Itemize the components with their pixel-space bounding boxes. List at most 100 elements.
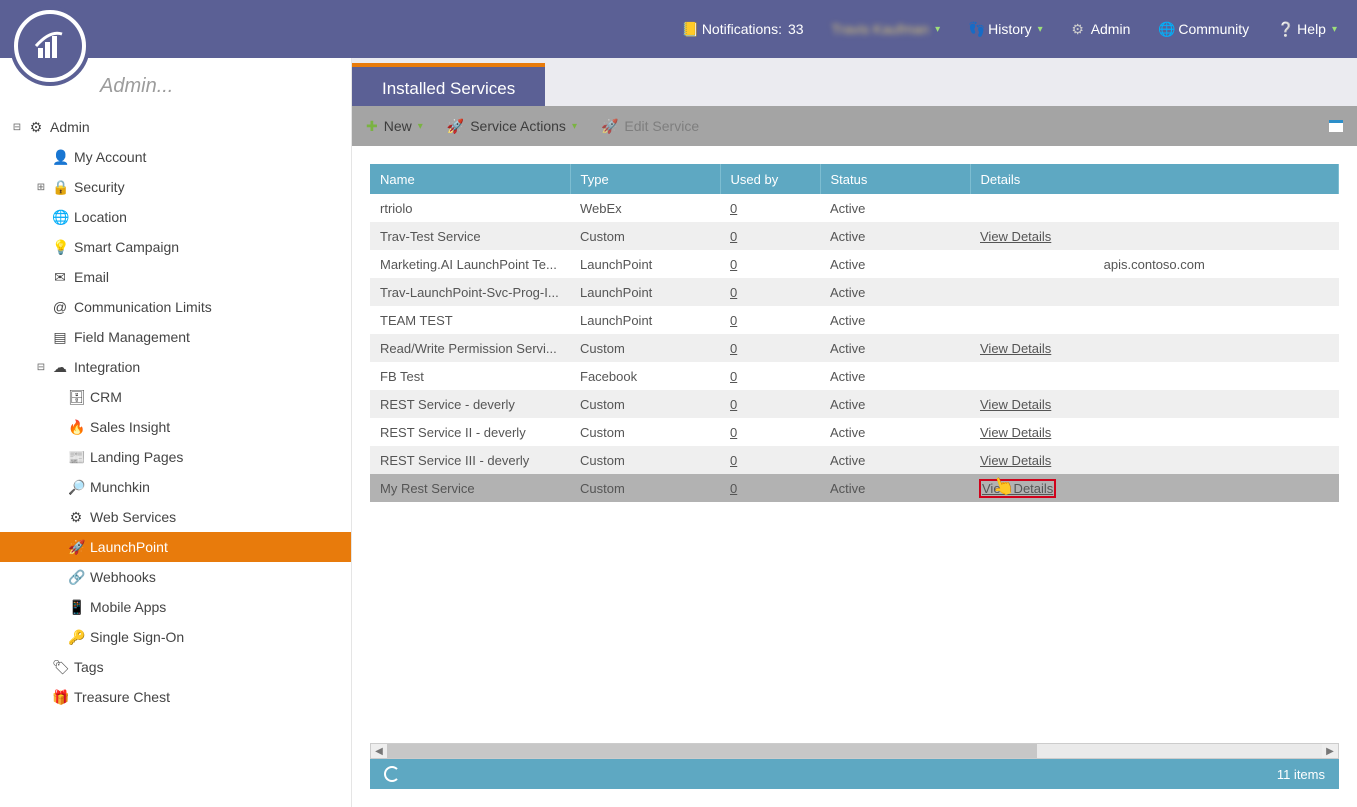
- tree-expander-icon[interactable]: ⊞: [36, 182, 46, 193]
- table-row[interactable]: rtrioloWebEx0Active: [370, 194, 1339, 222]
- col-name[interactable]: Name: [370, 164, 570, 194]
- edit-service-button[interactable]: 🚀 Edit Service: [601, 118, 699, 135]
- sidebar-item-communication-limits[interactable]: @Communication Limits: [0, 292, 351, 322]
- table-row[interactable]: TEAM TESTLaunchPoint0Active: [370, 306, 1339, 334]
- sidebar-item-tags[interactable]: 🏷Tags: [0, 652, 351, 682]
- sidebar-item-sales-insight[interactable]: 🔥Sales Insight: [0, 412, 351, 442]
- used-by-link[interactable]: 0: [730, 313, 737, 328]
- window-icon[interactable]: [1329, 120, 1343, 132]
- sidebar-item-mobile-apps[interactable]: 📱Mobile Apps: [0, 592, 351, 622]
- sidebar-item-munchkin[interactable]: 🔎Munchkin: [0, 472, 351, 502]
- cell-status: Active: [820, 306, 970, 334]
- table-row[interactable]: Trav-LaunchPoint-Svc-Prog-I...LaunchPoin…: [370, 278, 1339, 306]
- logo[interactable]: [10, 6, 90, 86]
- cell-used-by: 0: [720, 334, 820, 362]
- used-by-link[interactable]: 0: [730, 369, 737, 384]
- chevron-down-icon: ▾: [418, 121, 423, 132]
- nav-user[interactable]: Travis Kaufman ▾: [832, 21, 941, 37]
- view-details-link[interactable]: View Details: [980, 397, 1051, 412]
- tree-node-icon: 🔥: [68, 419, 84, 436]
- rocket-icon: 🚀: [447, 118, 464, 135]
- used-by-link[interactable]: 0: [730, 257, 737, 272]
- cell-details: View Details: [970, 334, 1339, 362]
- table-row[interactable]: REST Service II - deverlyCustom0ActiveVi…: [370, 418, 1339, 446]
- service-actions-label: Service Actions: [470, 118, 566, 134]
- tree-node-icon: ✉: [52, 269, 68, 286]
- sidebar-item-treasure-chest[interactable]: 🎁Treasure Chest: [0, 682, 351, 712]
- view-details-link[interactable]: View Details: [980, 229, 1051, 244]
- table-row[interactable]: Trav-Test ServiceCustom0ActiveView Detai…: [370, 222, 1339, 250]
- sidebar-item-label: Field Management: [74, 329, 190, 345]
- sidebar-item-smart-campaign[interactable]: 💡Smart Campaign: [0, 232, 351, 262]
- sidebar-item-email[interactable]: ✉ Email: [0, 262, 351, 292]
- used-by-link[interactable]: 0: [730, 453, 737, 468]
- nav-admin[interactable]: ⚙ Admin: [1071, 21, 1131, 38]
- sidebar-item-my-account[interactable]: 👤My Account: [0, 142, 351, 172]
- sidebar-item-location[interactable]: 🌐Location: [0, 202, 351, 232]
- nav-community-label: Community: [1178, 21, 1249, 37]
- tree-expander-icon[interactable]: ⊟: [36, 362, 46, 373]
- cell-used-by: 0: [720, 362, 820, 390]
- scroll-right-icon[interactable]: ▶: [1322, 744, 1338, 758]
- nav-notifications[interactable]: 📒 Notifications: 33: [682, 21, 804, 38]
- sidebar-item-security[interactable]: ⊞🔒Security: [0, 172, 351, 202]
- table-row[interactable]: My Rest ServiceCustom0ActiveView Details: [370, 474, 1339, 502]
- tree-node-icon: 📱: [68, 599, 84, 616]
- sidebar-item-web-services[interactable]: ⚙Web Services: [0, 502, 351, 532]
- view-details-link[interactable]: View Details: [980, 425, 1051, 440]
- cell-name: rtriolo: [370, 194, 570, 222]
- sidebar-item-launchpoint[interactable]: 🚀LaunchPoint: [0, 532, 351, 562]
- chevron-down-icon: ▾: [1332, 24, 1337, 35]
- cell-details: View Details: [970, 474, 1339, 502]
- tab-installed-services[interactable]: Installed Services: [352, 63, 545, 106]
- sidebar-item-landing-pages[interactable]: 📰Landing Pages: [0, 442, 351, 472]
- tree-node-icon: 🔒: [52, 179, 68, 196]
- refresh-icon[interactable]: [384, 766, 400, 782]
- service-actions-button[interactable]: 🚀 Service Actions ▾: [447, 118, 577, 135]
- cell-name: FB Test: [370, 362, 570, 390]
- view-details-link[interactable]: View Details: [980, 480, 1055, 497]
- table-row[interactable]: Marketing.AI LaunchPoint Te...LaunchPoin…: [370, 250, 1339, 278]
- sidebar-item-integration[interactable]: ⊟☁Integration: [0, 352, 351, 382]
- scroll-thumb[interactable]: [387, 744, 1037, 758]
- cell-details: View Details: [970, 390, 1339, 418]
- used-by-link[interactable]: 0: [730, 285, 737, 300]
- new-button[interactable]: ✚ New ▾: [366, 118, 423, 135]
- tree-expander-icon[interactable]: ⊟: [12, 122, 22, 133]
- tree-node-icon: 🔑: [68, 629, 84, 646]
- used-by-link[interactable]: 0: [730, 481, 737, 496]
- scroll-left-icon[interactable]: ◀: [371, 744, 387, 758]
- view-details-link[interactable]: View Details: [980, 453, 1051, 468]
- col-used-by[interactable]: Used by: [720, 164, 820, 194]
- horizontal-scrollbar[interactable]: ◀ ▶: [370, 743, 1339, 759]
- used-by-link[interactable]: 0: [730, 397, 737, 412]
- services-table: Name Type Used by Status Details rtriolo…: [370, 164, 1339, 502]
- sidebar-item-admin[interactable]: ⊟⚙Admin: [0, 112, 351, 142]
- cell-status: Active: [820, 446, 970, 474]
- nav-community[interactable]: 🌐 Community: [1158, 21, 1249, 38]
- footsteps-icon: 👣: [968, 21, 982, 38]
- nav-history[interactable]: 👣 History ▾: [968, 21, 1043, 38]
- sidebar-item-webhooks[interactable]: 🔗Webhooks: [0, 562, 351, 592]
- cell-details: View Details: [970, 418, 1339, 446]
- sidebar-item-crm[interactable]: 🗄CRM: [0, 382, 351, 412]
- table-row[interactable]: REST Service III - deverlyCustom0ActiveV…: [370, 446, 1339, 474]
- table-row[interactable]: FB TestFacebook0Active: [370, 362, 1339, 390]
- col-details[interactable]: Details: [970, 164, 1339, 194]
- used-by-link[interactable]: 0: [730, 341, 737, 356]
- used-by-link[interactable]: 0: [730, 425, 737, 440]
- sidebar-item-label: Email: [74, 269, 109, 285]
- cell-used-by: 0: [720, 306, 820, 334]
- table-row[interactable]: REST Service - deverlyCustom0ActiveView …: [370, 390, 1339, 418]
- sidebar-item-field-management[interactable]: ▤Field Management: [0, 322, 351, 352]
- col-status[interactable]: Status: [820, 164, 970, 194]
- cell-status: Active: [820, 362, 970, 390]
- used-by-link[interactable]: 0: [730, 201, 737, 216]
- nav-help[interactable]: ❔ Help ▾: [1277, 21, 1337, 38]
- tree-node-icon: ⚙: [28, 119, 44, 136]
- col-type[interactable]: Type: [570, 164, 720, 194]
- used-by-link[interactable]: 0: [730, 229, 737, 244]
- table-row[interactable]: Read/Write Permission Servi...Custom0Act…: [370, 334, 1339, 362]
- view-details-link[interactable]: View Details: [980, 341, 1051, 356]
- sidebar-item-single-sign-on[interactable]: 🔑Single Sign-On: [0, 622, 351, 652]
